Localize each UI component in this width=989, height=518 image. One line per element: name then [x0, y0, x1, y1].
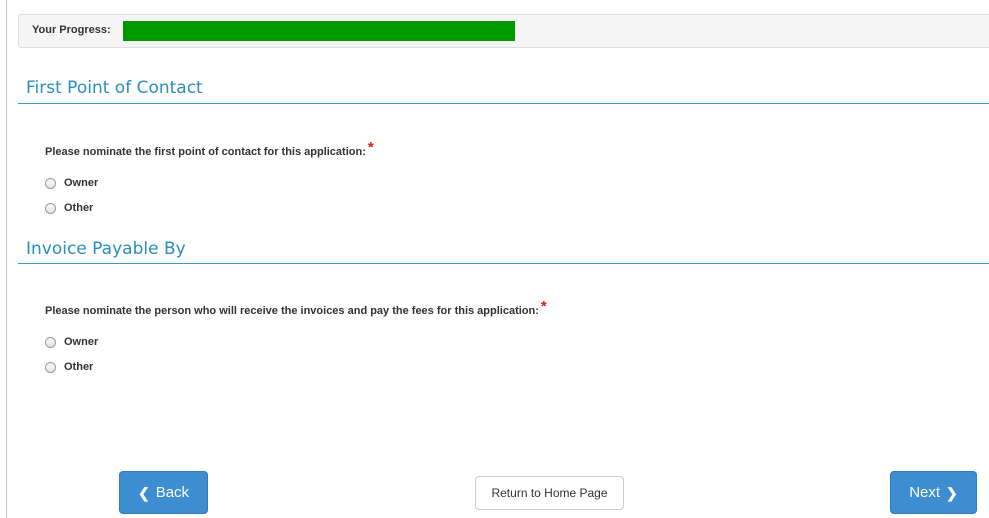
next-button[interactable]: Next ❯ [890, 471, 977, 514]
radio-label: Other [64, 202, 94, 214]
section-title-first-point-of-contact: First Point of Contact [26, 78, 203, 98]
back-button[interactable]: ❮ Back [119, 471, 208, 514]
return-home-button-label: Return to Home Page [491, 486, 608, 500]
progress-bar-fill [123, 21, 515, 41]
return-home-button[interactable]: Return to Home Page [475, 476, 624, 510]
radio-invoice-other[interactable]: Other [45, 361, 93, 373]
required-marker: * [540, 298, 547, 315]
chevron-right-icon: ❯ [946, 484, 958, 501]
page-left-border [6, 0, 7, 518]
next-button-label: Next [909, 484, 941, 501]
section-title-invoice-payable-by: Invoice Payable By [26, 239, 186, 259]
radio-label: Owner [64, 177, 99, 189]
back-button-label: Back [155, 484, 190, 501]
progress-bar [123, 21, 989, 41]
radio-button[interactable] [45, 336, 56, 348]
radio-contact-other[interactable]: Other [45, 202, 93, 214]
question-first-point-of-contact: Please nominate the first point of conta… [45, 139, 374, 159]
section-divider [18, 263, 989, 264]
section-divider [18, 103, 989, 104]
required-marker: * [367, 139, 374, 156]
radio-button[interactable] [45, 202, 56, 214]
radio-button[interactable] [45, 361, 56, 373]
application-page: Your Progress: First Point of Contact Pl… [0, 0, 989, 518]
radio-label: Other [64, 361, 94, 373]
radio-invoice-owner[interactable]: Owner [45, 336, 98, 348]
radio-button[interactable] [45, 177, 56, 189]
question-text: Please nominate the person who will rece… [45, 305, 539, 317]
question-text: Please nominate the first point of conta… [45, 146, 366, 158]
radio-label: Owner [64, 336, 99, 348]
progress-panel: Your Progress: [18, 14, 989, 48]
progress-label: Your Progress: [32, 24, 111, 36]
radio-contact-owner[interactable]: Owner [45, 177, 98, 189]
chevron-left-icon: ❮ [137, 484, 150, 501]
question-invoice-payable-by: Please nominate the person who will rece… [45, 298, 547, 318]
